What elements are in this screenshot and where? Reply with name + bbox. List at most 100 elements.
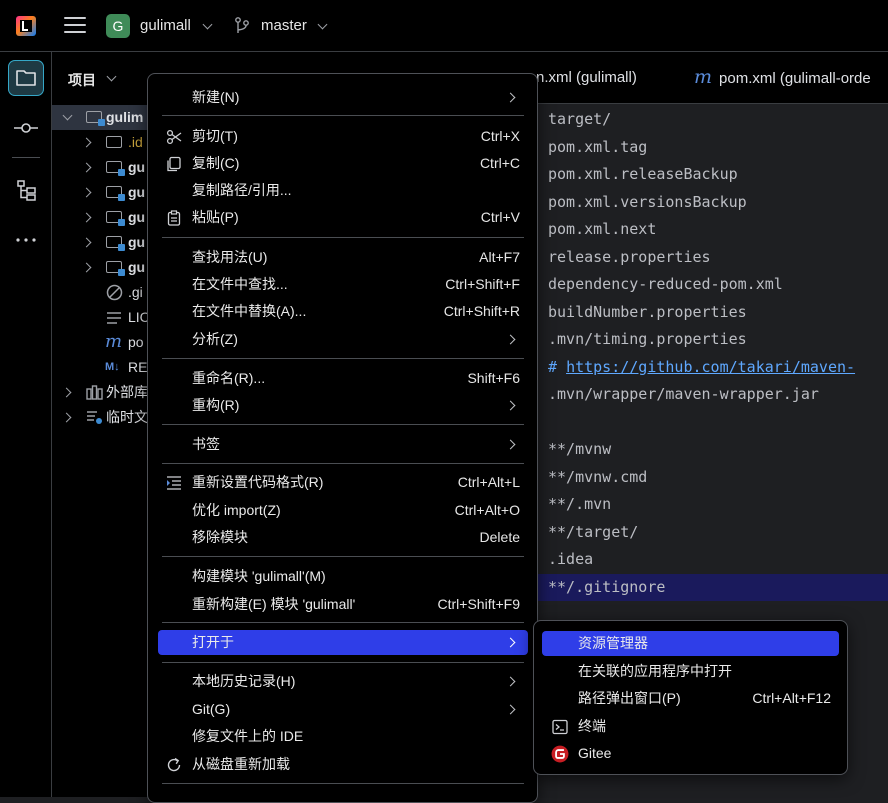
menu-item-shortcut: Delete <box>479 529 520 545</box>
code-line: pom.xml.releaseBackup <box>548 165 738 183</box>
panel-title[interactable]: 项目 <box>68 70 96 90</box>
scissors-icon <box>166 129 182 145</box>
menu-item-reformat-code[interactable]: 重新设置代码格式(R) Ctrl+Alt+L <box>158 470 528 495</box>
tree-item-label: 外部库 <box>106 384 148 400</box>
menu-item-copy[interactable]: 复制(C) Ctrl+C <box>158 151 528 176</box>
menu-item-label: 粘贴(P) <box>192 209 239 225</box>
gitee-icon <box>551 745 569 763</box>
menu-item-find-in-files[interactable]: 在文件中查找... Ctrl+Shift+F <box>158 272 528 297</box>
code-line: dependency-reduced-pom.xml <box>548 275 783 293</box>
code-line: .mvn/timing.properties <box>548 330 747 348</box>
menu-item-open-in[interactable]: 打开于 <box>158 630 528 655</box>
menu-item-label: 移除模块 <box>192 529 248 545</box>
chevron-right-icon[interactable] <box>81 162 92 173</box>
maven-icon: m <box>694 66 713 88</box>
markdown-icon: M↓ <box>105 361 120 373</box>
copy-icon <box>167 156 181 172</box>
main-menu-icon[interactable] <box>64 17 86 35</box>
menu-item-label: 分析(Z) <box>192 331 238 347</box>
menu-item-reload-from-disk[interactable]: 从磁盘重新加载 <box>158 752 528 777</box>
chevron-down-icon[interactable] <box>62 110 73 121</box>
submenu-item-label: 路径弹出窗口(P) <box>578 690 681 706</box>
menu-item-rebuild-module[interactable]: 重新构建(E) 模块 'gulimall' Ctrl+Shift+F9 <box>158 592 528 617</box>
chevron-down-icon[interactable] <box>317 19 328 30</box>
menu-separator <box>162 556 524 557</box>
scratch-icon <box>87 411 102 424</box>
chevron-right-icon[interactable] <box>81 237 92 248</box>
menu-item-remove-module[interactable]: 移除模块 Delete <box>158 525 528 550</box>
menu-item-shortcut: Ctrl+X <box>480 128 520 144</box>
branch-name[interactable]: master <box>261 17 307 34</box>
project-tool-button[interactable] <box>8 60 44 96</box>
chevron-right-icon <box>505 637 516 648</box>
tree-item-label: gu <box>128 259 146 275</box>
menu-item-shortcut: Ctrl+Alt+O <box>454 502 520 518</box>
code-line: pom.xml.tag <box>548 137 648 156</box>
chevron-right-icon[interactable] <box>81 187 92 198</box>
module-folder-icon <box>106 236 125 251</box>
tree-item-label: gu <box>128 159 146 175</box>
menu-item-git[interactable]: Git(G) <box>158 697 528 722</box>
menu-item-repair-ide[interactable]: 修复文件上的 IDE <box>158 724 528 749</box>
menu-item-optimize-imports[interactable]: 优化 import(Z) Ctrl+Alt+O <box>158 498 528 523</box>
chevron-right-icon[interactable] <box>81 262 92 273</box>
reload-icon <box>167 757 181 772</box>
code-line: **/mvnw.cmd <box>548 467 648 486</box>
chevron-down-icon[interactable] <box>106 71 117 82</box>
module-folder-icon <box>106 186 125 201</box>
menu-item-local-history[interactable]: 本地历史记录(H) <box>158 669 528 694</box>
menu-item-refactor[interactable]: 重构(R) <box>158 393 528 418</box>
commit-tool-button[interactable] <box>8 110 44 146</box>
menu-item-shortcut: Ctrl+Shift+R <box>443 303 520 319</box>
project-badge[interactable]: G <box>106 14 130 38</box>
menu-item-copy-path[interactable]: 复制路径/引用... <box>158 178 528 203</box>
submenu-item-terminal[interactable]: 终端 <box>542 714 839 739</box>
chevron-right-icon[interactable] <box>61 412 72 423</box>
submenu-item-associated-app[interactable]: 在关联的应用程序中打开 <box>542 659 839 684</box>
folder-icon <box>16 70 36 86</box>
structure-tool-button[interactable] <box>8 172 44 208</box>
code-line: buildNumber.properties <box>548 302 747 321</box>
menu-item-label: 从磁盘重新加载 <box>192 756 290 772</box>
menu-item-find-usages[interactable]: 查找用法(U) Alt+F7 <box>158 245 528 270</box>
menu-item-replace-in-files[interactable]: 在文件中替换(A)... Ctrl+Shift+R <box>158 299 528 324</box>
chevron-right-icon[interactable] <box>61 387 72 398</box>
comment-link[interactable]: https://github.com/takari/maven- <box>566 358 855 376</box>
code-line: **/mvnw <box>548 440 612 458</box>
more-icon <box>16 238 36 242</box>
code-line: .idea <box>548 550 594 568</box>
project-name[interactable]: gulimall <box>140 17 191 34</box>
chevron-right-icon[interactable] <box>81 137 92 148</box>
menu-item-paste[interactable]: 粘贴(P) Ctrl+V <box>158 205 528 230</box>
menu-item-label: 重命名(R)... <box>192 370 266 386</box>
module-folder-icon <box>106 211 125 226</box>
chevron-right-icon[interactable] <box>81 212 92 223</box>
submenu-item-path-popup[interactable]: 路径弹出窗口(P) Ctrl+Alt+F12 <box>542 686 839 711</box>
menu-item-bookmarks[interactable]: 书签 <box>158 432 528 457</box>
menu-item-new[interactable]: 新建(N) <box>158 85 528 110</box>
submenu-item-explorer[interactable]: 资源管理器 <box>542 631 839 656</box>
tab-pom-gulimall-order[interactable]: m pom.xml (gulimall-orde <box>694 66 871 88</box>
menu-item-label: 重新设置代码格式(R) <box>192 474 324 490</box>
tree-item-label: .gi <box>128 284 143 300</box>
code-content[interactable]: target/ pom.xml.tag pom.xml.releaseBacku… <box>538 106 888 601</box>
menu-item-build-module[interactable]: 构建模块 'gulimall'(M) <box>158 564 528 589</box>
menu-item-label: 本地历史记录(H) <box>192 673 296 689</box>
code-line: **/.mvn <box>548 495 612 513</box>
branch-icon[interactable] <box>234 17 250 35</box>
menu-item-shortcut: Shift+F6 <box>467 370 520 386</box>
tab-pom-gulimall[interactable]: n.xml (gulimall) <box>536 69 637 86</box>
menu-item-label: 新建(N) <box>192 89 240 105</box>
menu-item-rename[interactable]: 重命名(R)... Shift+F6 <box>158 366 528 391</box>
more-tools-button[interactable] <box>8 222 44 258</box>
comment-prefix: # <box>548 357 567 376</box>
submenu-item-gitee[interactable]: Gitee <box>542 741 839 766</box>
menu-item-label: 构建模块 'gulimall'(M) <box>192 568 326 584</box>
menu-item-cut[interactable]: 剪切(T) Ctrl+X <box>158 124 528 149</box>
intellij-logo-icon[interactable] <box>16 16 36 36</box>
chevron-down-icon[interactable] <box>202 19 213 30</box>
maven-icon: m <box>105 331 123 352</box>
menu-item-analyze[interactable]: 分析(Z) <box>158 327 528 352</box>
menu-item-label: 在文件中查找... <box>192 276 288 292</box>
